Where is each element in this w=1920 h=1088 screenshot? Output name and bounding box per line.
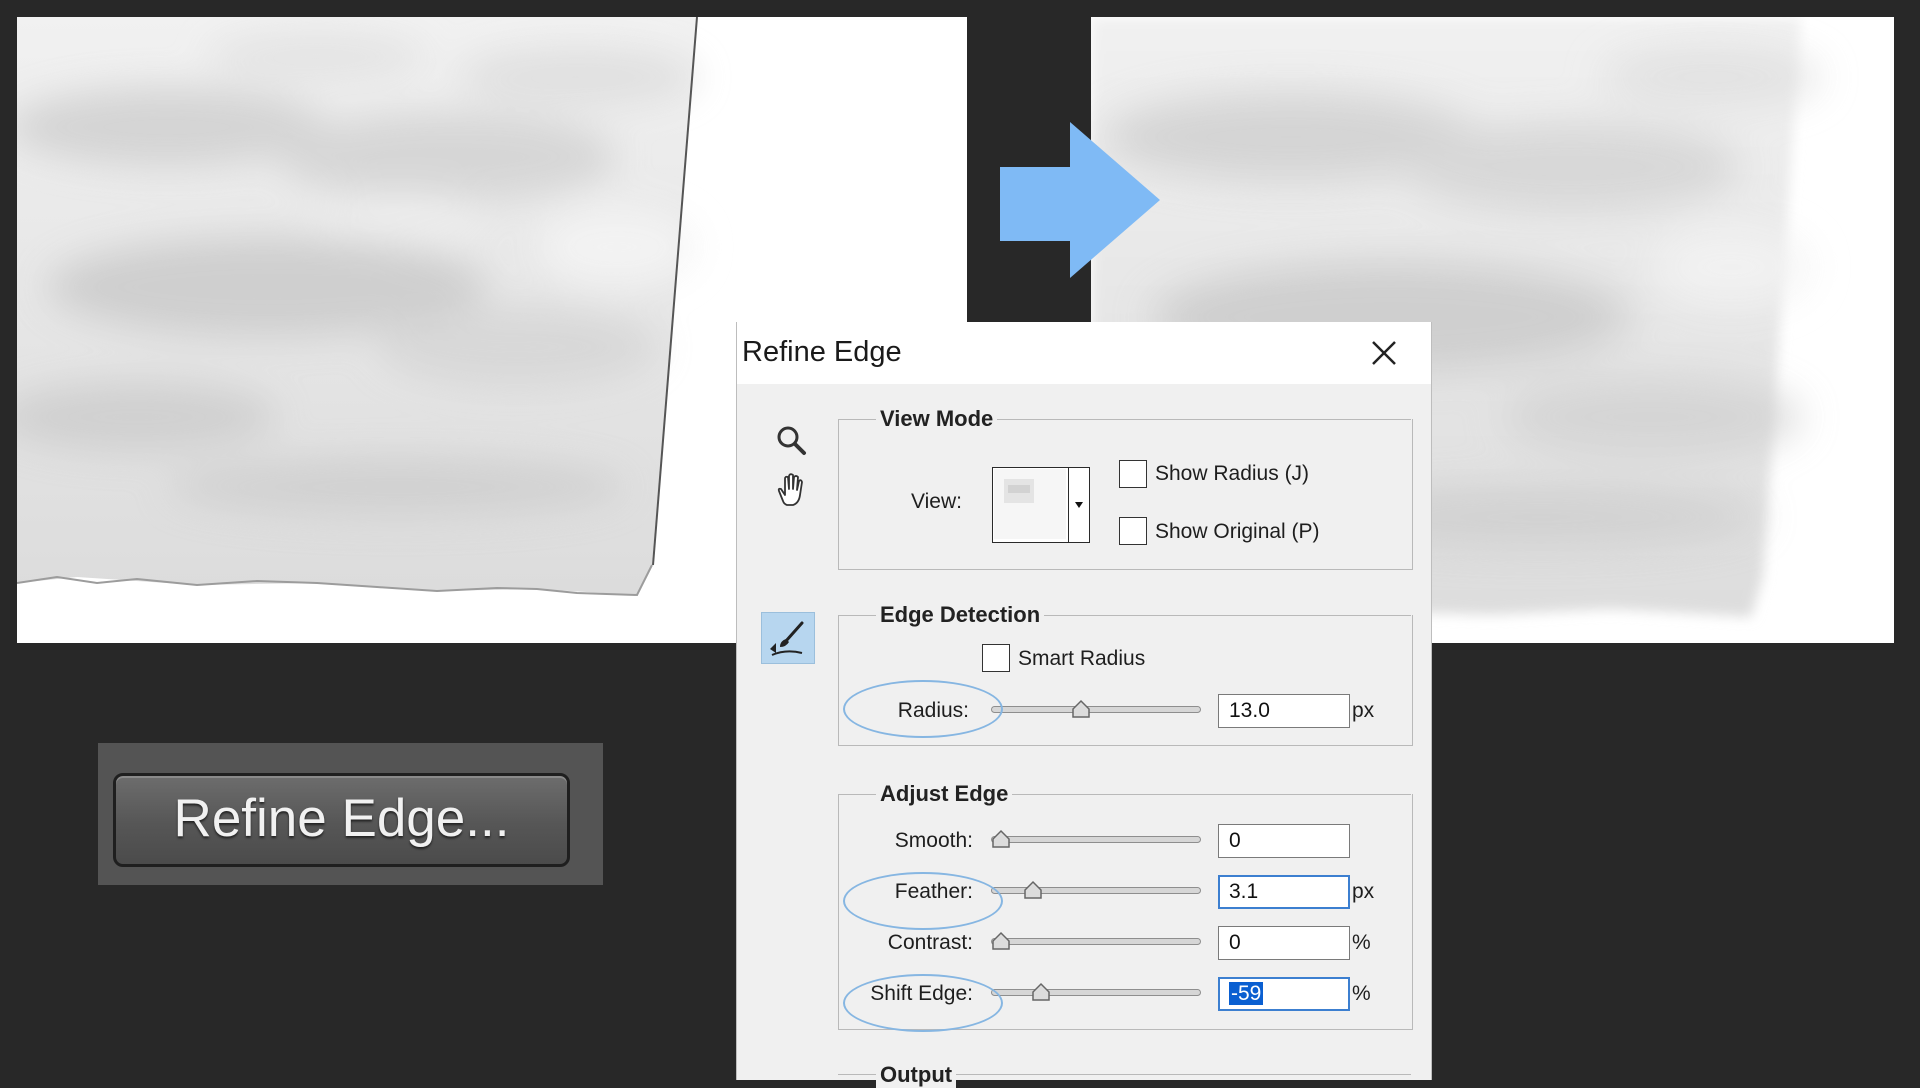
show-radius-checkbox[interactable] [1119, 460, 1147, 488]
smooth-slider-thumb[interactable] [991, 829, 1011, 849]
contrast-slider-thumb[interactable] [991, 931, 1011, 951]
adjust-edge-title: Adjust Edge [876, 781, 1013, 807]
shift-edge-input[interactable]: -59 [1218, 977, 1350, 1011]
refine-edge-button[interactable]: Refine Edge... [113, 773, 570, 867]
show-original-label: Show Original (P) [1155, 520, 1320, 543]
shift-edge-slider-thumb[interactable] [1031, 982, 1051, 1002]
close-icon[interactable] [1361, 330, 1407, 376]
radius-highlight-ellipse [843, 680, 1003, 738]
radius-unit: px [1352, 699, 1375, 722]
smooth-label: Smooth: [894, 829, 973, 852]
feather-unit: px [1352, 880, 1375, 903]
shift-edge-highlight-ellipse [843, 974, 1003, 1032]
show-radius-label: Show Radius (J) [1155, 462, 1310, 485]
arrow-right-icon [1000, 122, 1160, 278]
view-mode-select[interactable] [992, 467, 1090, 543]
radius-slider-track[interactable] [991, 706, 1201, 713]
dialog-title-bar: Refine Edge [737, 322, 1431, 384]
view-label: View: [911, 490, 962, 513]
dialog-title: Refine Edge [742, 336, 902, 368]
view-mode-title: View Mode [876, 406, 998, 432]
view-preview-image [994, 469, 1066, 539]
smooth-input[interactable]: 0 [1218, 824, 1350, 858]
shift-edge-unit: % [1352, 982, 1371, 1005]
smooth-slider-track[interactable] [991, 836, 1201, 843]
feather-highlight-ellipse [843, 872, 1003, 930]
chevron-down-icon[interactable] [1068, 468, 1089, 542]
contrast-label: Contrast: [887, 931, 973, 954]
radius-input[interactable]: 13.0 [1218, 694, 1350, 728]
refine-edge-dialog: Refine Edge View Mode View: Show Radius [736, 322, 1432, 1088]
feather-input[interactable]: 3.1 [1218, 875, 1350, 909]
refine-radius-brush-icon [770, 621, 804, 656]
shift-edge-slider-track[interactable] [991, 989, 1201, 996]
radius-slider-thumb[interactable] [1071, 699, 1091, 719]
feather-slider-thumb[interactable] [1023, 880, 1043, 900]
show-original-checkbox[interactable] [1119, 517, 1147, 545]
smart-radius-checkbox[interactable] [982, 644, 1010, 672]
edge-detection-title: Edge Detection [876, 602, 1045, 628]
shift-edge-selected-value: -59 [1229, 982, 1264, 1005]
contrast-slider-track[interactable] [991, 938, 1201, 945]
contrast-input[interactable]: 0 [1218, 926, 1350, 960]
hand-icon[interactable] [767, 467, 815, 515]
zoom-icon[interactable] [767, 417, 815, 465]
refine-edge-button-panel: Refine Edge... [98, 743, 603, 885]
contrast-unit: % [1352, 931, 1371, 954]
refine-radius-tool[interactable] [761, 612, 815, 664]
smart-radius-label: Smart Radius [1018, 647, 1146, 670]
output-title: Output [876, 1062, 957, 1088]
